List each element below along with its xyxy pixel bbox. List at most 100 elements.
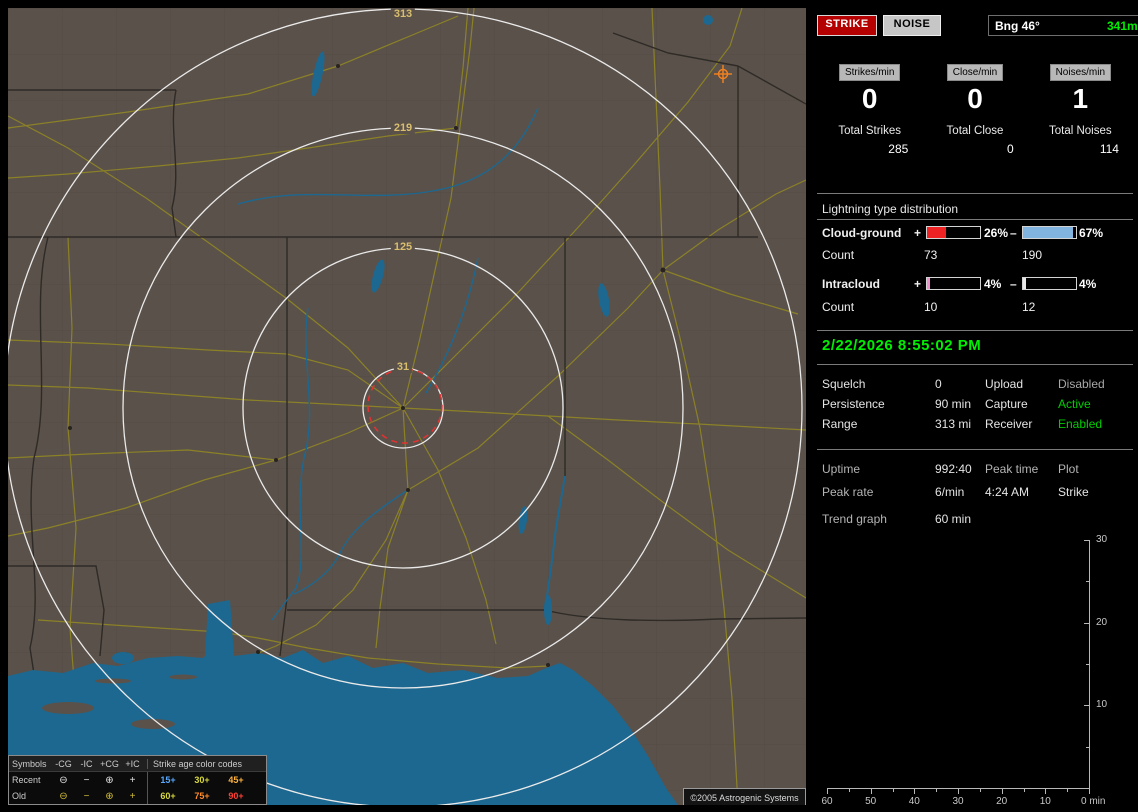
ic-plus-percent: 4% (984, 277, 1002, 291)
plot-label: Plot (1058, 462, 1079, 476)
legend-header-row: Symbols -CG -IC +CG +IC Strike age color… (9, 756, 266, 772)
neg-ic-recent-icon: − (83, 774, 90, 786)
age-code-30: 30+ (194, 775, 210, 785)
capture-label: Capture (985, 397, 1028, 411)
distribution-title: Lightning type distribution (822, 202, 959, 216)
cloud-ground-row: Cloud-ground + 26% – 67% (817, 226, 1133, 240)
cg-plus-bar (926, 226, 981, 239)
lightning-map[interactable]: 313 219 125 31 Symbols -CG -IC +CG +IC S… (8, 8, 806, 805)
total-noises-value: 114 (1099, 142, 1119, 156)
bearing-distance: 341mi (1106, 18, 1138, 33)
legend-col-pos-cg: +CG (100, 758, 119, 769)
trend-graph-value: 60 min (935, 512, 972, 526)
cloud-ground-count-row: Count 73 190 (817, 248, 1133, 262)
minus-sign: – (1010, 226, 1017, 240)
range-label: Range (822, 417, 858, 431)
map-legend: Symbols -CG -IC +CG +IC Strike age color… (8, 755, 267, 805)
pos-ic-old-icon: + (129, 790, 136, 802)
intracloud-label: Intracloud (822, 277, 881, 291)
age-code-15: 15+ (160, 775, 176, 785)
divider (817, 449, 1133, 450)
receiver-label: Receiver (985, 417, 1033, 431)
persistence-label: Persistence (822, 397, 885, 411)
receiver-status: Enabled (1058, 417, 1103, 431)
total-strikes-label: Total Strikes (838, 125, 901, 137)
strike-toggle-button[interactable]: STRIKE (817, 15, 877, 36)
peak-time-value: 4:24 AM (985, 485, 1030, 499)
plus-sign: + (914, 277, 922, 291)
legend-old-label: Old (12, 791, 27, 801)
neg-cg-recent-icon: ⊖ (59, 774, 68, 786)
pos-cg-old-icon: ⊕ (105, 790, 114, 802)
strikes-per-min-value: 0 (861, 83, 878, 114)
strikes-column: Strikes/min 0 Total Strikes 285 (817, 62, 922, 156)
squelch-value: 0 (935, 377, 942, 391)
cg-minus-count: 190 (1022, 248, 1043, 262)
peak-rate-label: Peak rate (822, 485, 874, 499)
noises-column: Noises/min 1 Total Noises 114 (1028, 62, 1133, 156)
status-sidebar: STRIKE NOISE Bng 46° 341mi Strikes/min 0… (812, 0, 1138, 812)
legend-recent-label: Recent (12, 775, 41, 785)
copyright-notice: ©2005 Astrogenic Systems (683, 788, 806, 805)
range-ring-label-inner: 31 (393, 361, 413, 373)
cg-minus-percent: 67% (1079, 226, 1104, 240)
ic-plus-count: 10 (924, 300, 938, 314)
range-ring-label-second: 125 (390, 241, 416, 253)
legend-age-header: Strike age color codes (147, 758, 263, 769)
divider (817, 193, 1133, 194)
squelch-label: Squelch (822, 377, 866, 391)
bearing-range-panel: Bng 46° 341mi (988, 15, 1138, 36)
legend-old-row: Old ⊖ − ⊕ + 60+ 75+ 90+ (9, 788, 266, 804)
count-label: Count (822, 300, 855, 314)
close-column: Close/min 0 Total Close 0 (922, 62, 1027, 156)
range-value: 313 mi (935, 417, 972, 431)
close-per-min-value: 0 (967, 83, 983, 114)
divider (817, 364, 1133, 365)
age-code-75: 75+ (194, 791, 210, 801)
peak-rate-value: 6/min (935, 485, 965, 499)
bearing-value: Bng 46° (995, 18, 1040, 33)
pos-ic-recent-icon: + (129, 774, 136, 786)
ic-minus-bar (1022, 277, 1077, 290)
ic-minus-percent: 4% (1079, 277, 1097, 291)
stats-panel: Uptime 992:40 Peak time Plot Peak rate 6… (817, 458, 1138, 504)
cloud-ground-label: Cloud-ground (822, 226, 902, 240)
capture-status: Active (1058, 397, 1091, 411)
cg-minus-bar (1022, 226, 1077, 239)
intracloud-row: Intracloud + 4% – 4% (817, 277, 1133, 291)
plus-sign: + (914, 226, 922, 240)
total-strikes-value: 285 (888, 142, 909, 156)
strikes-per-min-chip[interactable]: Strikes/min (838, 64, 901, 81)
range-ring-label-third: 219 (390, 122, 416, 134)
age-code-45: 45+ (228, 775, 244, 785)
peak-time-label: Peak time (985, 462, 1039, 476)
legend-col-neg-ic: -IC (80, 758, 93, 769)
ic-minus-count: 12 (1022, 300, 1036, 314)
legend-symbols-header: Symbols (12, 758, 47, 769)
legend-recent-row: Recent ⊖ − ⊕ + 15+ 30+ 45+ (9, 772, 266, 788)
noises-per-min-chip[interactable]: Noises/min (1049, 64, 1112, 81)
trend-chart: 30 20 10 60 50 40 30 20 10 0 min (821, 534, 1108, 807)
cg-plus-count: 73 (924, 248, 938, 262)
trend-graph-row: Trend graph 60 min (817, 511, 1138, 527)
upload-label: Upload (985, 377, 1024, 391)
minus-sign: – (1010, 277, 1017, 291)
noise-toggle-button[interactable]: NOISE (883, 15, 941, 36)
settings-panel: Squelch 0 Upload Disabled Persistence 90… (817, 374, 1138, 434)
uptime-value: 992:40 (935, 462, 972, 476)
uptime-label: Uptime (822, 462, 861, 476)
age-code-90: 90+ (228, 791, 244, 801)
persistence-value: 90 min (935, 397, 972, 411)
divider (817, 330, 1133, 331)
trend-graph-label: Trend graph (822, 512, 887, 526)
total-noises-label: Total Noises (1049, 125, 1112, 137)
legend-col-pos-ic: +IC (125, 758, 140, 769)
neg-ic-old-icon: − (83, 790, 90, 802)
range-ring-label-outer: 313 (390, 8, 416, 20)
divider (817, 219, 1133, 220)
age-code-60: 60+ (160, 791, 176, 801)
ic-plus-bar (926, 277, 981, 290)
cg-plus-percent: 26% (984, 226, 1009, 240)
close-per-min-chip[interactable]: Close/min (946, 64, 1004, 81)
total-close-label: Total Close (946, 125, 1004, 137)
